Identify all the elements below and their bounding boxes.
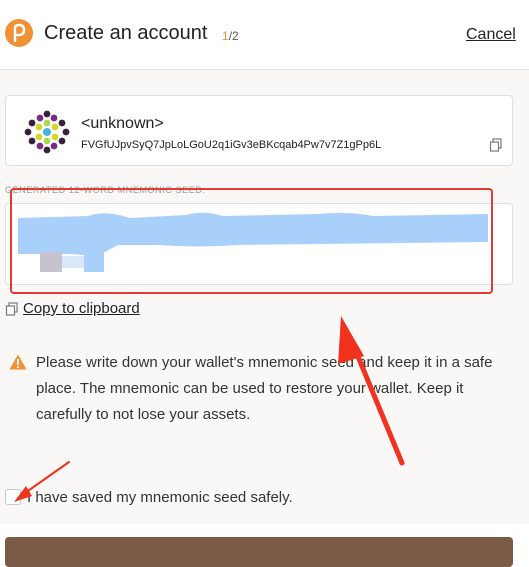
- copy-to-clipboard-label: Copy to clipboard: [23, 300, 140, 317]
- step-indicator: 1/2: [222, 29, 239, 43]
- account-card: <unknown> FVGfUJpvSyQ7JpLoLGoU2q1iGv3eBK…: [5, 95, 513, 166]
- account-name: <unknown>: [81, 115, 164, 132]
- identicon: [24, 109, 70, 155]
- polkadot-logo-icon: [5, 19, 33, 47]
- copy-icon: [5, 302, 18, 316]
- step-total: /2: [228, 29, 239, 43]
- copy-icon[interactable]: [489, 138, 503, 152]
- next-step-button[interactable]: [5, 537, 513, 567]
- saved-seed-label[interactable]: I have saved my mnemonic seed safely.: [27, 489, 293, 506]
- account-address: FVGfUJpvSyQ7JpLoLGoU2q1iGv3eBKcqab4Pw7v7…: [81, 139, 382, 151]
- warning-text: Please write down your wallet's mnemonic…: [36, 354, 493, 423]
- step-current: 1: [222, 29, 229, 43]
- page-title: Create an account: [44, 22, 208, 44]
- seed-highlight-box: [10, 188, 493, 294]
- saved-seed-checkbox[interactable]: [5, 489, 21, 505]
- warning-icon: [9, 354, 27, 370]
- content-area: <unknown> FVGfUJpvSyQ7JpLoLGoU2q1iGv3eBK…: [0, 70, 529, 524]
- cancel-button[interactable]: Cancel: [466, 26, 516, 44]
- header: Create an account 1/2 Cancel: [0, 0, 529, 70]
